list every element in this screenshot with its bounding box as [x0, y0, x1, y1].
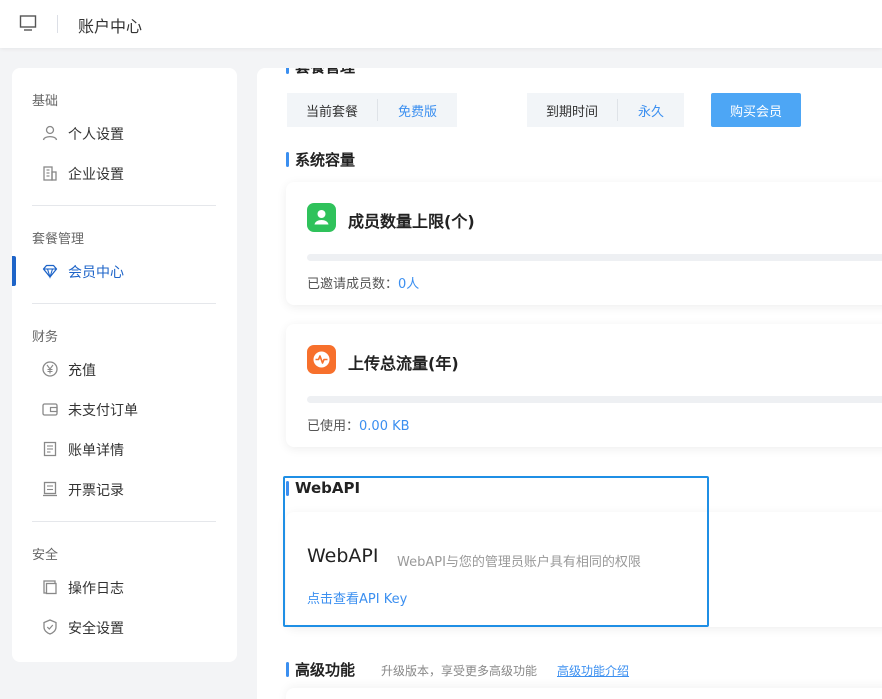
section-bar: [286, 152, 289, 167]
sidebar-item-operation-log[interactable]: 操作日志: [12, 570, 237, 604]
main-content: 套餐管理 当前套餐 免费版 到期时间 永久 购买会员 系统容量 成员数量上限(个…: [257, 68, 882, 699]
topbar-divider: [57, 15, 58, 33]
sidebar-item-label: 个人设置: [68, 127, 124, 143]
current-plan-pill: 当前套餐 免费版: [287, 93, 458, 127]
members-icon: [307, 203, 336, 232]
sidebar-item-enterprise-settings[interactable]: 企业设置: [12, 156, 237, 190]
sidebar-item-label: 充值: [68, 363, 96, 379]
user-icon: [42, 125, 58, 141]
sidebar-item-label: 操作日志: [68, 581, 124, 597]
traffic-stat: 已使用：0.00 KB: [307, 415, 410, 434]
section-bar: [286, 480, 289, 496]
page-title: 账户中心: [78, 17, 143, 36]
section-title: 套餐管理: [295, 68, 355, 77]
members-capacity-card: 成员数量上限(个) 已邀请成员数：0人: [286, 182, 882, 305]
sidebar-group-title-security: 安全: [32, 548, 59, 563]
traffic-capacity-card: 上传总流量(年) 已使用：0.00 KB: [286, 324, 882, 447]
advanced-intro-link[interactable]: 高级功能介绍: [557, 662, 629, 679]
card-title: 上传总流量(年): [348, 354, 459, 373]
log-icon: [43, 580, 57, 595]
sidebar-item-security-settings[interactable]: 安全设置: [12, 610, 237, 644]
view-api-key-link[interactable]: 点击查看API Key: [307, 588, 407, 607]
stat-label: 已邀请成员数：: [307, 277, 399, 292]
members-stat: 已邀请成员数：0人: [307, 273, 419, 292]
sidebar-item-label: 安全设置: [68, 621, 124, 637]
card-title: 成员数量上限(个): [348, 212, 475, 231]
advanced-section-header: 高级功能: [286, 659, 355, 680]
advanced-card: [286, 688, 882, 699]
sidebar-item-label: 企业设置: [68, 167, 124, 183]
members-progress-bar: [307, 254, 882, 261]
sidebar-group-title-plan: 套餐管理: [32, 232, 85, 247]
section-title: 高级功能: [295, 661, 356, 679]
sidebar: 基础 个人设置 企业设置 套餐管理 会员中心 财务 充值 未支付订单 账单详情 …: [12, 68, 237, 662]
sidebar-item-label: 会员中心: [68, 265, 124, 281]
advanced-subtitle: 升级版本，享受更多高级功能: [381, 664, 538, 678]
stat-value: 0.00 KB: [359, 419, 410, 434]
traffic-progress-bar: [307, 396, 882, 403]
expire-time-value: 永久: [638, 104, 665, 120]
webapi-card: WebAPI WebAPI与您的管理员账户具有相同的权限 点击查看API Key: [286, 512, 882, 627]
sidebar-separator: [32, 521, 216, 522]
pulse-icon: [307, 345, 336, 374]
current-plan-label: 当前套餐: [306, 104, 359, 120]
yen-icon: [42, 361, 58, 377]
stat-label: 已使用：: [307, 419, 360, 434]
sidebar-item-label: 账单详情: [68, 443, 124, 459]
building-icon: [43, 166, 57, 181]
webapi-description: WebAPI与您的管理员账户具有相同的权限: [397, 555, 641, 570]
sidebar-item-recharge[interactable]: 充值: [12, 352, 237, 386]
diamond-icon: [42, 264, 58, 279]
section-title: WebAPI: [295, 479, 361, 497]
section-bar: [286, 68, 289, 74]
sidebar-group-title-basic: 基础: [32, 94, 59, 109]
top-bar: 账户中心: [0, 0, 882, 48]
webapi-card-title: WebAPI: [307, 545, 379, 567]
invoice-icon: [43, 481, 57, 497]
sidebar-item-personal-settings[interactable]: 个人设置: [12, 116, 237, 150]
buy-membership-button[interactable]: 购买会员: [711, 93, 801, 127]
webapi-section-header: WebAPI: [286, 479, 360, 497]
sidebar-separator: [32, 303, 216, 304]
sidebar-item-label: 开票记录: [68, 483, 124, 499]
current-plan-value: 免费版: [398, 104, 438, 120]
capacity-section-header: 系统容量: [286, 149, 355, 170]
bill-icon: [43, 441, 57, 457]
sidebar-item-label: 未支付订单: [68, 403, 138, 419]
section-bar: [286, 662, 289, 677]
expire-time-label: 到期时间: [546, 104, 599, 120]
section-title: 系统容量: [295, 151, 356, 169]
sidebar-separator: [32, 205, 216, 206]
sidebar-group-title-finance: 财务: [32, 330, 59, 345]
sidebar-item-bill-details[interactable]: 账单详情: [12, 432, 237, 466]
sidebar-item-unpaid-orders[interactable]: 未支付订单: [12, 392, 237, 426]
stat-value: 0人: [398, 277, 420, 292]
plan-section-header: 套餐管理: [286, 68, 355, 77]
shield-icon: [43, 619, 57, 635]
sidebar-toggle-icon[interactable]: [18, 13, 38, 33]
sidebar-item-invoice-records[interactable]: 开票记录: [12, 472, 237, 506]
wallet-icon: [42, 403, 58, 416]
expire-time-pill: 到期时间 永久: [527, 93, 685, 127]
sidebar-item-member-center[interactable]: 会员中心: [12, 254, 237, 288]
